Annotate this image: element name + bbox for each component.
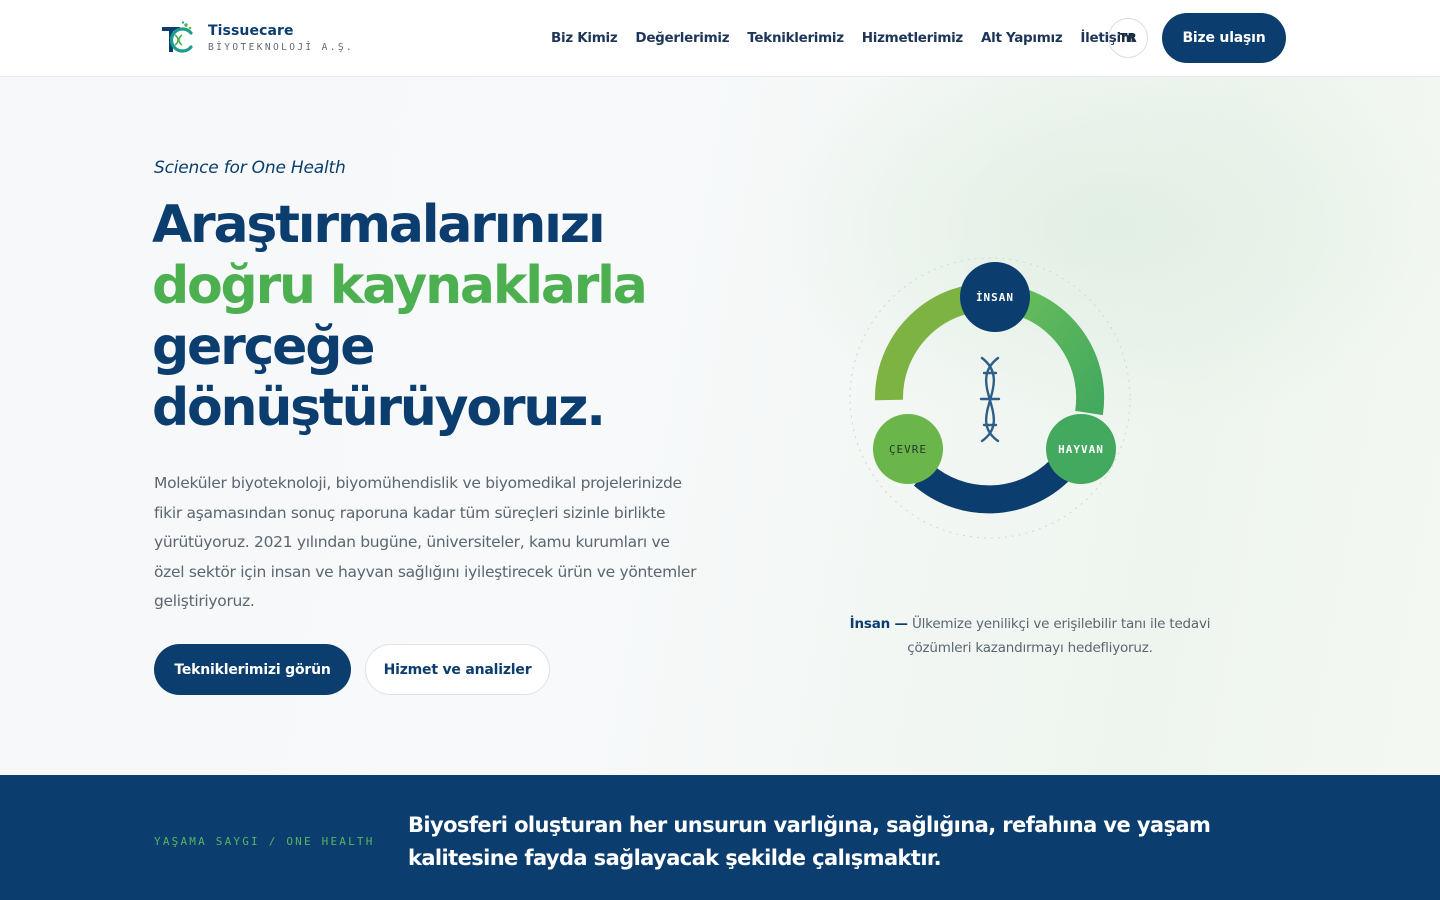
nav-item-tekniklerimiz[interactable]: Tekniklerimiz bbox=[747, 30, 844, 46]
headline-line-3: gerçeğe bbox=[152, 317, 376, 377]
brand-name: Tissuecare bbox=[208, 22, 294, 39]
services-button[interactable]: Hizmet ve analizler bbox=[365, 644, 550, 695]
one-health-band: YAŞAMA SAYGI / ONE HEALTH Biyosferi oluş… bbox=[0, 775, 1440, 900]
caption-text: Ülkemize yenilikçi ve erişilebilir tanı … bbox=[907, 616, 1211, 656]
language-switcher[interactable]: TR bbox=[1108, 18, 1148, 58]
node-human[interactable]: İNSAN bbox=[960, 262, 1030, 332]
brand-subtitle: BİYOTEKNOLOJİ A.Ş. bbox=[208, 41, 355, 53]
site-header: Tissuecare BİYOTEKNOLOJİ A.Ş. Biz Kimiz … bbox=[0, 0, 1440, 77]
main-nav: Biz Kimiz Değerlerimiz Tekniklerimiz Hiz… bbox=[551, 28, 1153, 48]
nav-item-hizmetlerimiz[interactable]: Hizmetlerimiz bbox=[862, 30, 963, 46]
nav-item-alt-yapimiz[interactable]: Alt Yapımız bbox=[981, 30, 1063, 46]
diagram-caption: İnsan — Ülkemize yenilikçi ve erişilebil… bbox=[840, 612, 1220, 660]
hero-section: Science for One Health Araştırmalarınızı… bbox=[0, 77, 1440, 775]
node-human-label: İNSAN bbox=[976, 290, 1014, 304]
tissuecare-logo-icon bbox=[162, 21, 193, 53]
techniques-button[interactable]: Tekniklerimizi görün bbox=[154, 644, 351, 695]
one-health-diagram: İNSAN HAYVAN ÇEVRE bbox=[849, 257, 1131, 539]
headline-line-4: dönüştürüyoruz. bbox=[152, 378, 606, 438]
brand-logo-link[interactable]: Tissuecare BİYOTEKNOLOJİ A.Ş. bbox=[158, 19, 354, 57]
hero-tagline: Science for One Health bbox=[154, 158, 346, 178]
arc-environment-animal bbox=[913, 460, 1069, 514]
node-animal[interactable]: HAYVAN bbox=[1046, 414, 1116, 484]
hero-description: Moleküler biyoteknoloji, biyomühendislik… bbox=[154, 474, 697, 610]
band-label: YAŞAMA SAYGI / ONE HEALTH bbox=[154, 835, 375, 848]
contact-cta-button[interactable]: Bize ulaşın bbox=[1162, 13, 1286, 63]
node-animal-label: HAYVAN bbox=[1058, 443, 1104, 456]
headline-line-2: doğru kaynaklarla bbox=[152, 256, 648, 316]
node-environment-label: ÇEVRE bbox=[889, 443, 927, 456]
hero-headline: Araştırmalarınızı doğru kaynaklarla gerç… bbox=[152, 195, 772, 439]
band-statement: Biyosferi oluşturan her unsurun varlığın… bbox=[408, 813, 1211, 870]
nav-item-biz-kimiz[interactable]: Biz Kimiz bbox=[551, 30, 618, 46]
dna-icon bbox=[979, 356, 1001, 443]
headline-line-1: Araştırmalarınızı bbox=[152, 195, 606, 255]
caption-label: İnsan — bbox=[849, 616, 908, 632]
node-environment[interactable]: ÇEVRE bbox=[873, 414, 943, 484]
nav-item-degerlerimiz[interactable]: Değerlerimiz bbox=[635, 30, 729, 46]
